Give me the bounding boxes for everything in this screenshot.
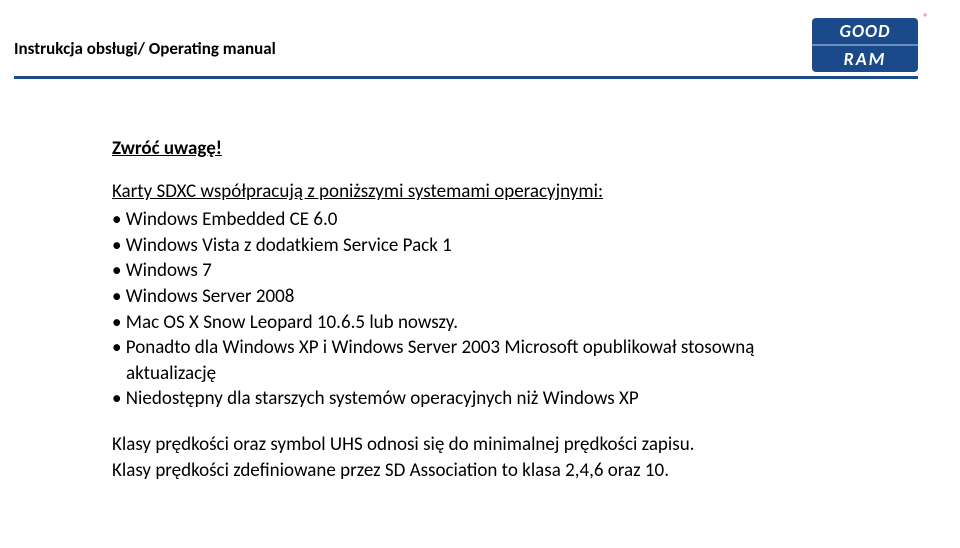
header: Instrukcja obsługi/ Operating manual GOO… xyxy=(0,0,960,72)
attention-heading: Zwróć uwagę! xyxy=(112,137,918,160)
bullet-item: • Ponadto dla Windows XP i Windows Serve… xyxy=(112,335,918,361)
bullet-item: • Windows 7 xyxy=(112,258,918,284)
paragraph: Klasy prędkości zdefiniowane przez SD As… xyxy=(112,458,918,484)
document-body: Zwróć uwagę! Karty SDXC współpracują z p… xyxy=(0,79,960,483)
bullet-item: • Windows Server 2008 xyxy=(112,284,918,310)
bullet-continuation: aktualizację xyxy=(112,361,918,387)
paragraph: Klasy prędkości oraz symbol UHS odnosi s… xyxy=(112,432,918,458)
logo-top-text: GOOD xyxy=(812,18,918,44)
logo-bottom-text: RAM xyxy=(812,44,918,72)
intro-line: Karty SDXC współpracują z poniższymi sys… xyxy=(112,180,918,203)
bullet-item: • Mac OS X Snow Leopard 10.6.5 lub nowsz… xyxy=(112,310,918,336)
brand-logo: GOOD RAM xyxy=(812,18,918,72)
bullet-item: • Windows Embedded CE 6.0 xyxy=(112,207,918,233)
bullet-item: • Windows Vista z dodatkiem Service Pack… xyxy=(112,233,918,259)
bullet-item: • Niedostępny dla starszych systemów ope… xyxy=(112,386,918,412)
page-header-title: Instrukcja obsługi/ Operating manual xyxy=(14,38,276,59)
registered-mark: ® xyxy=(923,12,928,23)
